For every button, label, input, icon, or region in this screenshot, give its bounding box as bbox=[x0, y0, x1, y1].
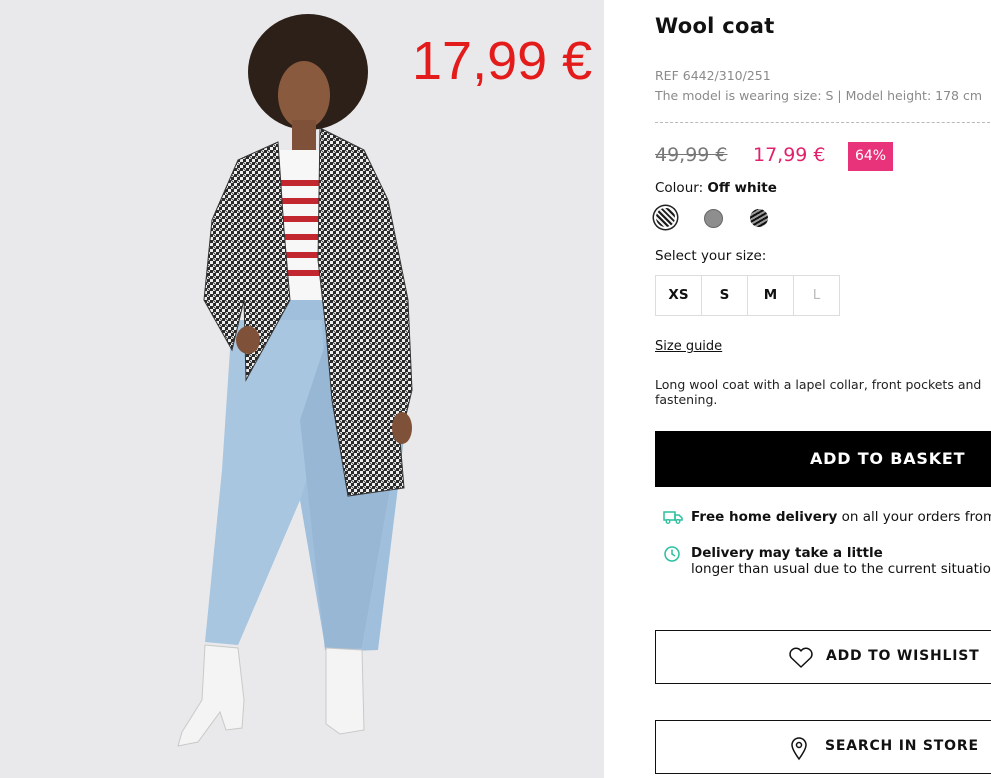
sale-price: 17,99 € bbox=[753, 144, 826, 166]
truck-icon bbox=[663, 509, 683, 529]
model-info: The model is wearing size: S | Model hei… bbox=[655, 88, 983, 103]
wishlist-label: ADD TO WISHLIST bbox=[826, 648, 980, 664]
delivery-bold-text: Free home delivery bbox=[691, 509, 838, 525]
size-l-button[interactable]: L bbox=[794, 276, 839, 315]
store-label: SEARCH IN STORE bbox=[825, 738, 979, 754]
overlay-price: 17,99 € bbox=[412, 31, 593, 91]
search-in-store-button[interactable]: SEARCH IN STORE bbox=[655, 720, 991, 774]
discount-badge: 64% bbox=[848, 142, 893, 171]
clock-icon bbox=[663, 545, 681, 567]
size-s-button[interactable]: S bbox=[702, 276, 748, 315]
product-description: Long wool coat with a lapel collar, fron… bbox=[655, 377, 982, 407]
product-details-panel: Wool coat REF 6442/310/251 The model is … bbox=[655, 0, 991, 778]
size-m-button[interactable]: M bbox=[748, 276, 794, 315]
model-illustration bbox=[177, 14, 413, 747]
location-pin-icon bbox=[790, 737, 808, 765]
swatch-off-white[interactable] bbox=[656, 208, 675, 227]
delivery-rest-text: on all your orders from € bbox=[841, 509, 991, 525]
size-xs-button[interactable]: XS bbox=[656, 276, 702, 315]
size-guide-link[interactable]: Size guide bbox=[655, 339, 722, 354]
size-label: Select your size: bbox=[655, 248, 767, 264]
add-to-basket-button[interactable]: ADD TO BASKET bbox=[655, 431, 991, 487]
divider bbox=[655, 122, 991, 123]
colour-label: Colour: bbox=[655, 180, 704, 196]
product-ref: REF 6442/310/251 bbox=[655, 68, 771, 83]
swatch-grey[interactable] bbox=[704, 209, 723, 228]
delay-line-1: Delivery may take a little bbox=[691, 545, 883, 561]
swatch-black-stripe[interactable] bbox=[750, 209, 768, 227]
delay-line-2: longer than usual due to the current sit… bbox=[691, 561, 991, 577]
heart-icon bbox=[788, 647, 814, 673]
add-to-wishlist-button[interactable]: ADD TO WISHLIST bbox=[655, 630, 991, 684]
product-photo: 17,99 € bbox=[0, 0, 604, 778]
product-title: Wool coat bbox=[655, 14, 775, 38]
colour-value: Off white bbox=[707, 180, 777, 196]
size-selector: XS S M L bbox=[655, 275, 840, 316]
original-price: 49,99 € bbox=[655, 144, 728, 166]
colour-row: Colour: Off white bbox=[655, 180, 777, 196]
